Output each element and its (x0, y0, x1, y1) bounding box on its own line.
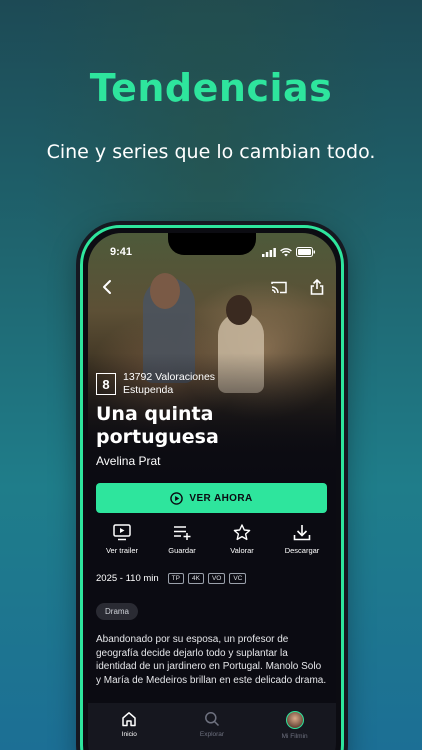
cast-button[interactable] (268, 276, 290, 298)
wifi-icon (280, 247, 292, 256)
rating-row: 8 13792 Valoraciones Estupenda (96, 371, 215, 397)
status-time: 9:41 (110, 246, 133, 258)
share-button[interactable] (306, 276, 328, 298)
ratings-count: 13792 Valoraciones (123, 371, 216, 383)
status-bar: 9:41 (110, 243, 316, 261)
share-icon (310, 279, 324, 295)
download-icon (293, 525, 311, 541)
movie-director[interactable]: Avelina Prat (96, 454, 160, 468)
save-label: Guardar (168, 546, 196, 555)
watch-now-button[interactable]: VER AHORA (96, 483, 327, 513)
star-icon (233, 524, 251, 541)
home-icon (122, 712, 137, 727)
trailer-icon (113, 524, 131, 541)
movie-title: Una quinta portuguesa (96, 403, 219, 448)
trailer-label: Ver trailer (105, 546, 139, 555)
tab-home[interactable]: Inicio (94, 711, 164, 750)
action-row: Ver trailer Guardar Valorar Descargar (92, 524, 332, 555)
download-label: Descargar (284, 546, 320, 555)
badge-vc: VC (229, 573, 247, 584)
battery-icon (296, 247, 315, 257)
promo-headline: Tendencias (89, 66, 333, 110)
tab-home-label: Inicio (121, 731, 137, 738)
badge-4k: 4K (187, 573, 204, 584)
tab-bar: Inicio Explorar Mi Filmin (88, 703, 336, 750)
play-circle-icon (170, 491, 184, 505)
app-screen: 9:41 8 13792 Valoraciones Estupenda Una … (88, 233, 336, 750)
synopsis: Abandonado por su esposa, un profesor de… (96, 634, 327, 686)
badge-vo: VO (207, 573, 226, 584)
phone-frame: 9:41 8 13792 Valoraciones Estupenda Una … (80, 225, 344, 750)
back-button[interactable] (96, 276, 118, 298)
rate-label: Valorar (230, 546, 254, 555)
download-button[interactable]: Descargar (274, 524, 330, 555)
year-duration: 2025 - 110 min (96, 573, 159, 584)
tab-my-filmin[interactable]: Mi Filmin (260, 711, 330, 750)
avatar (285, 711, 304, 729)
chevron-left-icon (103, 280, 111, 294)
meta-row: 2025 - 110 min TP 4K VO VC (96, 573, 247, 584)
top-bar-actions (268, 276, 328, 298)
rating-score: 8 (96, 373, 116, 395)
playlist-add-icon (174, 526, 191, 540)
signal-icon (262, 247, 276, 257)
trailer-button[interactable]: Ver trailer (94, 524, 150, 555)
tab-explore[interactable]: Explorar (177, 711, 247, 750)
status-icons (262, 247, 316, 257)
cast-icon (271, 281, 287, 293)
search-icon (205, 712, 220, 727)
watch-now-label: VER AHORA (189, 492, 253, 504)
rate-button[interactable]: Valorar (214, 524, 270, 555)
rating-details: 13792 Valoraciones Estupenda (123, 371, 215, 397)
tab-my-filmin-label: Mi Filmin (281, 733, 308, 740)
promo-subheadline: Cine y series que lo cambian todo. (46, 141, 376, 163)
rating-label: Estupenda (123, 384, 174, 396)
save-button[interactable]: Guardar (154, 524, 210, 555)
genre-chip[interactable]: Drama (96, 603, 139, 620)
badge-tp: TP (167, 573, 184, 584)
top-bar (96, 273, 328, 301)
tab-explore-label: Explorar (199, 731, 225, 738)
